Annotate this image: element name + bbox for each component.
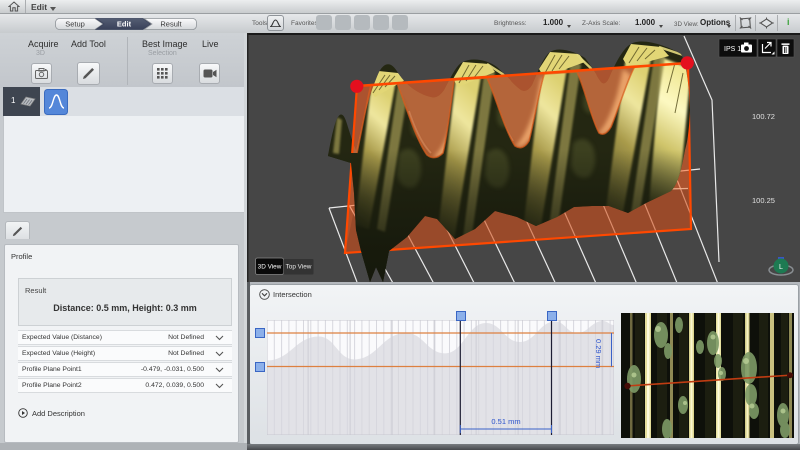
svg-text:L: L bbox=[779, 264, 783, 271]
svg-text:0.51 mm: 0.51 mm bbox=[491, 417, 520, 426]
svg-text:Result: Result bbox=[160, 20, 182, 29]
svg-text:3D View: 3D View bbox=[258, 264, 282, 271]
svg-text:IPS 1: IPS 1 bbox=[724, 46, 741, 53]
svg-text:0.29 mm: 0.29 mm bbox=[594, 339, 603, 368]
svg-text:100.72: 100.72 bbox=[752, 112, 775, 121]
svg-text:100.25: 100.25 bbox=[752, 196, 775, 205]
svg-text:Setup: Setup bbox=[65, 20, 85, 29]
svg-text:Edit: Edit bbox=[117, 20, 132, 29]
svg-text:Top View: Top View bbox=[286, 264, 312, 271]
